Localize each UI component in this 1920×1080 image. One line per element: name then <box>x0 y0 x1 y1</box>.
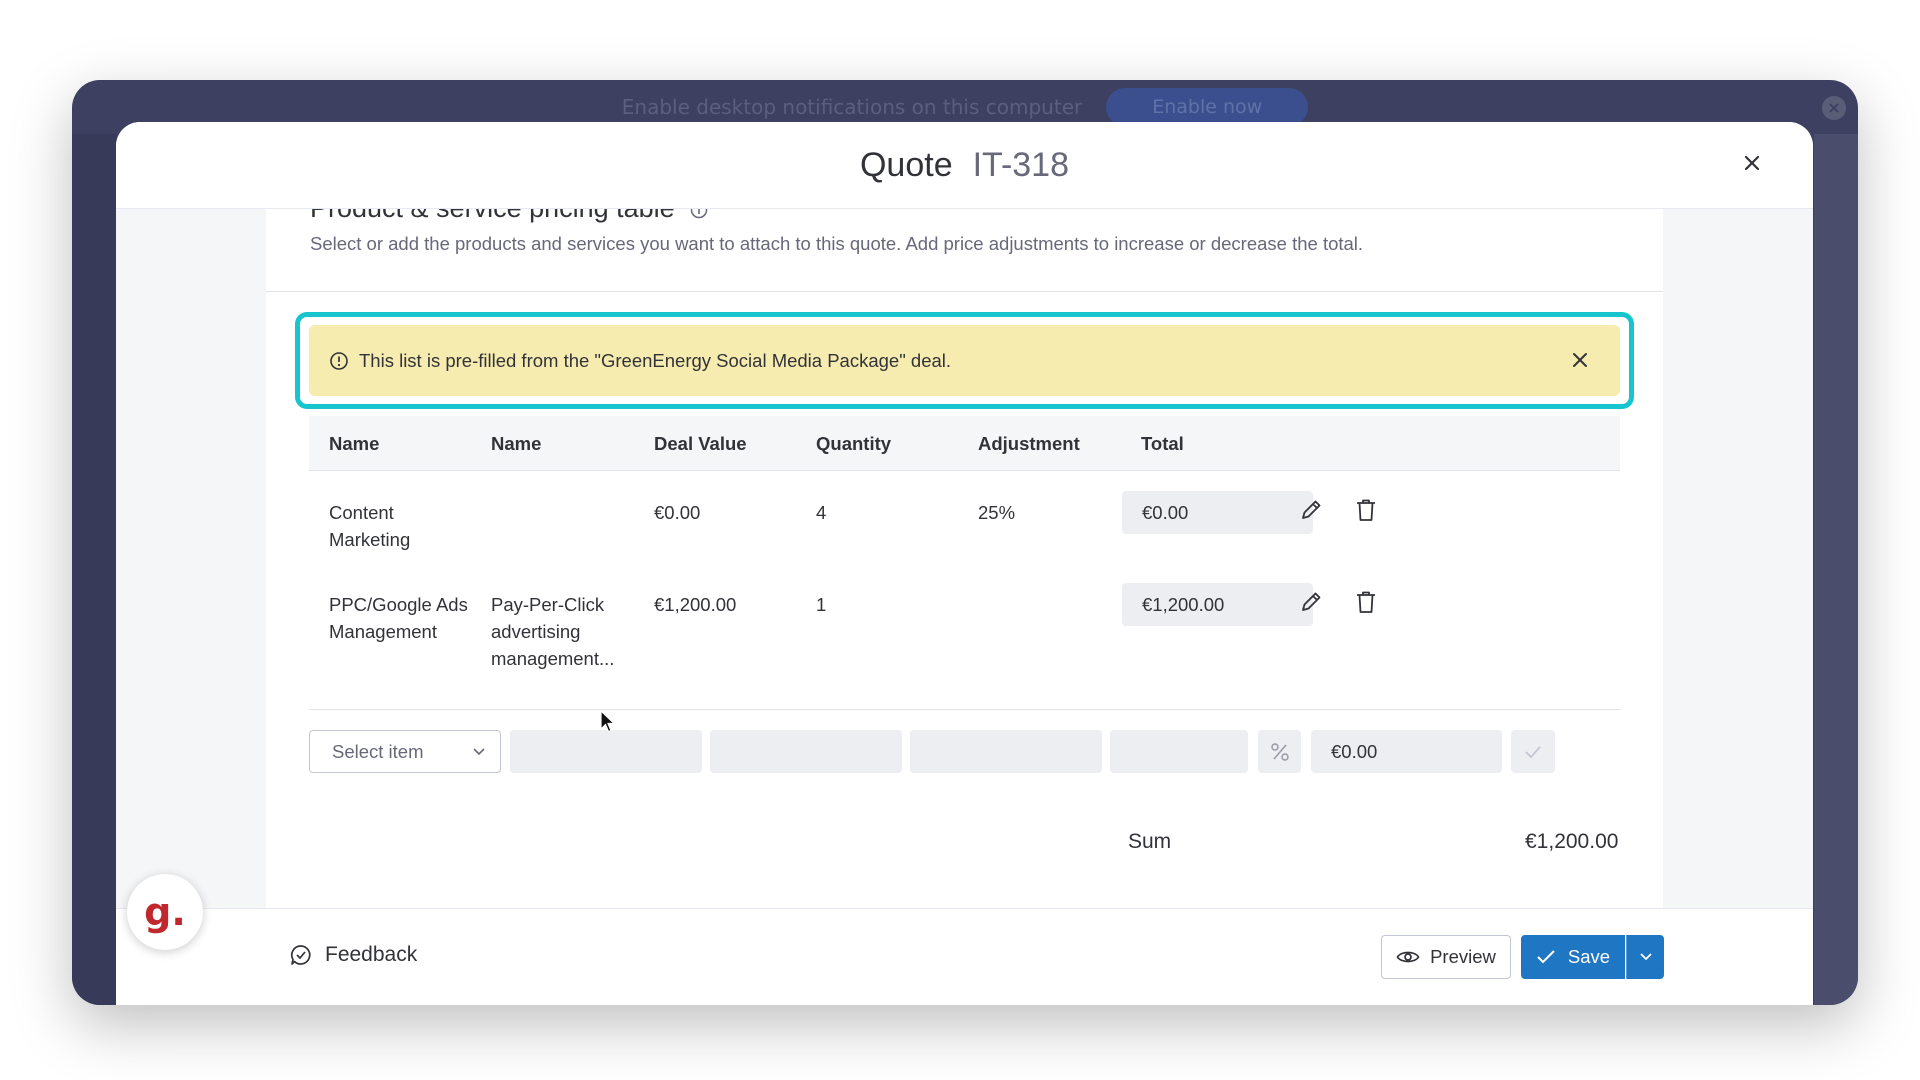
section-title: Product & service pricing table <box>310 209 708 224</box>
row-total: €0.00 <box>1122 491 1313 534</box>
percent-icon <box>1270 742 1289 761</box>
section-title-text: Product & service pricing table <box>310 209 675 223</box>
preview-label: Preview <box>1430 946 1496 967</box>
edit-icon[interactable] <box>1296 495 1326 525</box>
edit-icon[interactable] <box>1296 587 1326 617</box>
brand-logo[interactable]: g. <box>127 874 203 950</box>
chevron-down-icon <box>473 748 485 756</box>
row-quantity: 1 <box>816 594 827 615</box>
check-icon <box>1537 950 1555 964</box>
app-background-right <box>1814 134 1858 1005</box>
row-product-name: PPC/Google Ads Management <box>329 594 468 642</box>
app-background-left <box>72 134 116 1005</box>
new-row-total: €0.00 <box>1311 730 1502 773</box>
pricing-table-section: Product & service pricing table Select o… <box>266 209 1663 909</box>
delete-icon[interactable] <box>1351 495 1381 525</box>
column-header-name: Name <box>329 433 380 454</box>
save-options-button[interactable] <box>1626 935 1664 979</box>
enable-notifications-button[interactable]: Enable now <box>1106 88 1309 126</box>
preview-button[interactable]: Preview <box>1381 935 1511 979</box>
confirm-row-button[interactable] <box>1511 730 1555 773</box>
column-header-description: Name <box>491 433 542 454</box>
section-description: Select or add the products and services … <box>310 233 1364 254</box>
feedback-icon <box>290 945 311 965</box>
modal-footer: Feedback Preview Save <box>116 908 1813 1005</box>
notification-close-icon[interactable]: × <box>1822 96 1846 120</box>
column-header-adjustment: Adjustment <box>978 433 1080 454</box>
row-deal-value: €0.00 <box>654 502 701 523</box>
save-button[interactable]: Save <box>1521 935 1625 979</box>
notification-text: Enable desktop notifications on this com… <box>621 95 1083 119</box>
rows-divider <box>309 709 1620 710</box>
row-product-description: Pay-Per-Click advertising management... <box>491 594 615 669</box>
feedback-label: Feedback <box>325 943 418 966</box>
banner-close-icon[interactable] <box>1570 350 1590 370</box>
prefill-banner: This list is pre-filled from the "GreenE… <box>309 325 1620 396</box>
section-divider <box>266 291 1663 292</box>
select-item-dropdown[interactable]: Select item <box>309 730 501 773</box>
quote-modal: Quote IT-318 Product & service pricing ta… <box>116 122 1813 1005</box>
row-total: €1,200.00 <box>1122 583 1313 626</box>
modal-title-label: Quote <box>859 145 953 184</box>
info-icon[interactable] <box>690 209 708 219</box>
quantity-input[interactable] <box>910 730 1102 773</box>
save-label: Save <box>1567 946 1611 967</box>
sum-value: €1,200.00 <box>1525 830 1619 853</box>
delete-icon[interactable] <box>1351 587 1381 617</box>
banner-text: This list is pre-filled from the "GreenE… <box>359 349 952 371</box>
column-header-total: Total <box>1141 433 1184 454</box>
description-input[interactable] <box>510 730 702 773</box>
column-header-quantity: Quantity <box>816 433 892 454</box>
check-icon <box>1525 745 1541 758</box>
mouse-cursor-icon <box>600 710 616 733</box>
row-product-name: Content Marketing <box>329 502 411 550</box>
alert-info-icon <box>330 351 348 370</box>
row-quantity: 4 <box>816 502 827 523</box>
chevron-down-icon <box>1639 953 1652 961</box>
column-header-deal-value: Deal Value <box>654 433 747 454</box>
deal-value-input[interactable] <box>710 730 902 773</box>
sum-label: Sum <box>1128 830 1172 853</box>
adjustment-input[interactable] <box>1110 730 1248 773</box>
quote-id: IT-318 <box>972 145 1069 184</box>
modal-header: Quote IT-318 <box>116 122 1813 209</box>
modal-title: Quote IT-318 <box>860 146 1069 185</box>
select-item-placeholder: Select item <box>332 740 424 762</box>
feedback-button[interactable]: Feedback <box>289 943 417 967</box>
percent-toggle[interactable] <box>1258 730 1301 773</box>
row-deal-value: €1,200.00 <box>654 594 737 615</box>
close-modal-icon[interactable] <box>1737 148 1767 178</box>
table-header: Name Name Deal Value Quantity Adjustment… <box>309 416 1620 471</box>
row-adjustment: 25% <box>978 502 1016 523</box>
eye-icon <box>1396 951 1420 963</box>
